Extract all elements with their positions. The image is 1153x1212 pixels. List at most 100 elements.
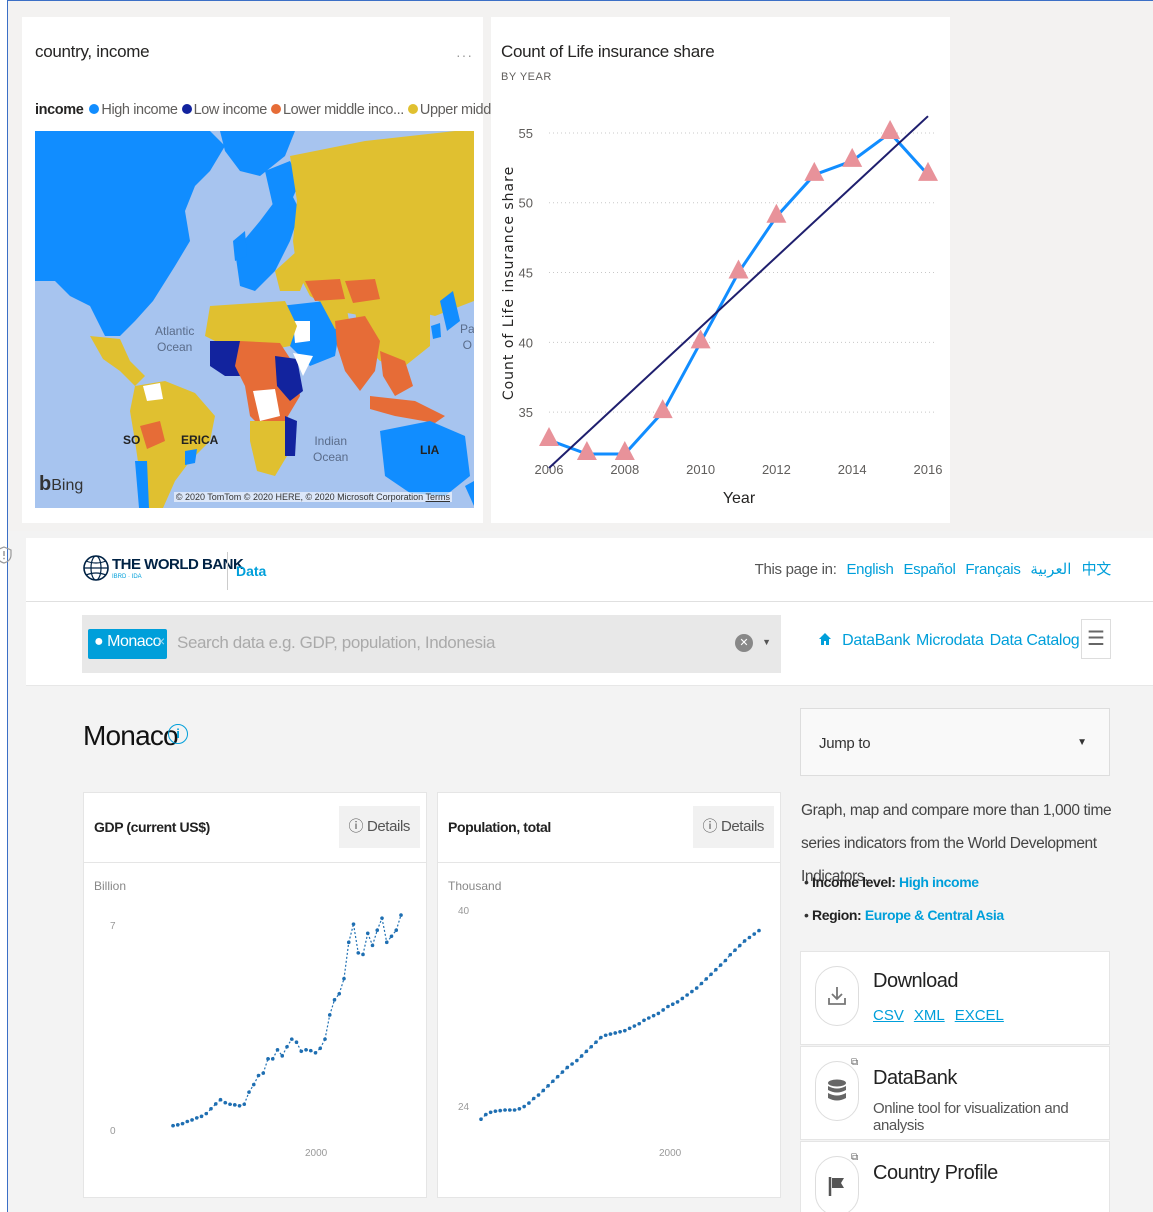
country-chip[interactable]: ● Monaco (88, 629, 168, 659)
legend-item-low-income[interactable]: Low income (181, 102, 268, 118)
lang-french[interactable]: Français (965, 561, 1020, 578)
legend-item-lower-middle[interactable]: Lower middle inco... (270, 102, 404, 118)
legend-label: Lower middle inco... (282, 102, 404, 118)
data-segment (371, 930, 378, 946)
world-map[interactable]: Atlantic Ocean Indian Ocean Pa O SO ERIC… (35, 131, 474, 508)
data-segment (734, 945, 741, 951)
data-segment (381, 918, 388, 943)
region-link[interactable]: Europe & Central Asia (865, 907, 1004, 923)
lang-spanish[interactable]: Español (903, 561, 955, 578)
map-copyright: © 2020 TomTom © 2020 HERE, © 2020 Micros… (173, 492, 452, 502)
download-links: CSV XML EXCEL (873, 1007, 1014, 1024)
terms-link[interactable]: Terms (426, 492, 451, 502)
data-segment (343, 942, 350, 979)
data-segment (229, 1103, 235, 1106)
clear-search-icon[interactable]: ✕ (735, 634, 753, 652)
hamburger-menu-icon[interactable]: ☰ (1081, 619, 1111, 659)
chile-shape (135, 461, 149, 508)
bing-b-icon: b (39, 473, 52, 495)
download-excel-link[interactable]: EXCEL (955, 1007, 1004, 1024)
region-item: • Region: Europe & Central Asia (804, 907, 1004, 923)
chip-remove-icon[interactable]: × (157, 633, 165, 649)
legend-dot (407, 104, 418, 114)
worldbank-logo-text[interactable]: THE WORLD BANK (112, 556, 244, 573)
database-icon (815, 1061, 859, 1121)
data-point (399, 913, 403, 917)
legend-dot (270, 104, 281, 114)
data-segment (576, 1055, 583, 1061)
data-home-link[interactable]: Data (236, 563, 266, 579)
databank-subtitle: Online tool for visualization and analys… (873, 1100, 1069, 1134)
shield-icon (0, 546, 12, 569)
jump-to-select[interactable]: Jump to ▼ (800, 708, 1110, 776)
data-point-marker (918, 161, 938, 181)
country-facts: • Income level: High income • Region: Eu… (804, 874, 1004, 940)
map-legend: income High income Low income Lower middle … (35, 102, 523, 118)
southern-africa-shape (250, 421, 290, 476)
north-america-shape (35, 131, 225, 336)
language-switcher: This page in: English Español Français ا… (755, 558, 1112, 579)
uk-shape (233, 231, 247, 261)
data-segment (701, 978, 707, 984)
legend-item-high-income[interactable]: High income (89, 102, 178, 118)
australia-shape (380, 421, 470, 496)
data-segment (324, 1014, 331, 1040)
country-profile-card[interactable]: ⧉ Country Profile (800, 1141, 1110, 1212)
trend-line (548, 115, 929, 469)
data-segment (243, 1091, 250, 1105)
data-segment (753, 930, 760, 935)
info-icon[interactable]: i (168, 724, 188, 744)
gdp-panel: GDP (current US$) ⓘ Details Billion 7 0 … (83, 792, 427, 1198)
data-segment (557, 1071, 563, 1078)
data-segment (710, 969, 717, 975)
data-segment (729, 949, 736, 956)
population-sparkline[interactable] (438, 793, 782, 1199)
y-tick-label: 55 (519, 126, 533, 141)
indonesia-shape (370, 396, 445, 423)
legend-label: Low income (193, 102, 268, 118)
home-icon[interactable] (818, 632, 836, 649)
search-input[interactable]: ● Monaco × Search data e.g. GDP, populat… (82, 615, 781, 673)
nav-data-catalog[interactable]: Data Catalog (990, 632, 1080, 649)
data-segment (586, 1046, 592, 1052)
income-level-label: Income level: (812, 874, 896, 890)
data-segment (581, 1050, 587, 1057)
lang-arabic[interactable]: العربية (1030, 561, 1071, 578)
line-chart-svg: 35 40 45 50 55 2006 2008 2010 2012 2014 2016 Year Co… (501, 115, 942, 507)
lang-english[interactable]: English (846, 561, 893, 578)
worldbank-globe-icon[interactable] (82, 550, 110, 591)
more-options-icon[interactable]: ··· (456, 47, 473, 63)
lang-chinese[interactable]: 中文 (1082, 561, 1112, 578)
chevron-down-icon[interactable]: ▼ (762, 637, 771, 647)
country-content: Monaco i GDP (current US$) ⓘ Details Bil… (26, 686, 1153, 1212)
gdp-sparkline[interactable] (84, 793, 428, 1199)
data-segment (566, 1063, 573, 1068)
data-segment (253, 1075, 260, 1085)
data-segment (691, 987, 698, 993)
nav-microdata[interactable]: Microdata (916, 632, 984, 649)
download-csv-link[interactable]: CSV (873, 1007, 904, 1024)
data-segment (528, 1098, 535, 1104)
y-tick-label: 45 (519, 266, 533, 281)
income-level-link[interactable]: High income (899, 874, 979, 890)
data-segment (538, 1090, 544, 1096)
nz-shape (465, 481, 474, 506)
data-segment (352, 924, 359, 954)
download-xml-link[interactable]: XML (914, 1007, 945, 1024)
data-segment (295, 1041, 302, 1052)
external-link-icon: ⧉ (851, 1057, 859, 1068)
data-segment (480, 1114, 487, 1120)
nav-databank[interactable]: DataBank (842, 632, 910, 649)
korea-shape (431, 323, 441, 339)
data-segment (500, 1109, 506, 1112)
line-chart-card[interactable]: Count of Life insurance share BY YEAR 35… (491, 17, 950, 523)
databank-card[interactable]: ⧉ DataBank Online tool for visualization… (800, 1046, 1110, 1140)
y-tick-label: 40 (519, 335, 533, 350)
data-segment (677, 997, 683, 1003)
data-segment (215, 1099, 221, 1105)
y-tick-label: 35 (519, 405, 533, 420)
logo-divider (227, 552, 228, 590)
data-segment (681, 994, 688, 999)
x-axis-label: Year (723, 490, 756, 507)
data-segment (205, 1108, 212, 1115)
